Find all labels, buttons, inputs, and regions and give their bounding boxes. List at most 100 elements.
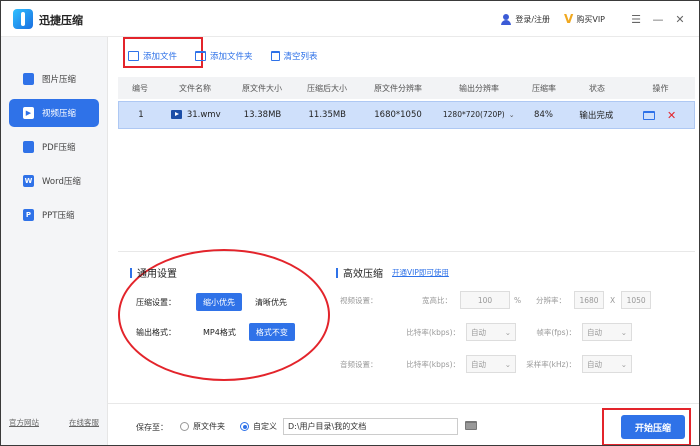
official-site-link[interactable]: 官方网站 [9,417,39,428]
toolbar: 添加文件 添加文件夹 清空列表 [128,43,336,69]
vip-upgrade-link[interactable]: 开通VIP即可使用 [392,267,449,278]
app-logo-icon [13,9,33,29]
add-folder-button[interactable]: 添加文件夹 [195,50,253,62]
sidebar: 图片压缩 ▶ 视频压缩 PDF压缩 W Word压缩 P PPT压缩 官方网站 … [1,37,108,445]
sidebar-item-image[interactable]: 图片压缩 [9,65,99,93]
sidebar-item-ppt[interactable]: P PPT压缩 [9,201,99,229]
trash-icon [270,51,280,61]
clarity-priority-option[interactable]: 清晰优先 [248,293,294,311]
bitrate-label: 比特率(kbps)： [406,327,460,337]
output-resolution-select[interactable]: 1280*720(720P) ⌄ [438,110,520,120]
user-icon [501,13,512,25]
start-compress-button[interactable]: 开始压缩 [621,415,685,439]
aspect-label: 宽高比： [422,295,452,305]
cell-name: 31.wmv [163,110,229,120]
col-comp-size: 压缩后大小 [307,83,347,93]
ppt-icon: P [23,209,34,221]
minimize-icon[interactable]: — [649,11,667,27]
sample-rate-value: 自动 [587,359,602,369]
open-folder-icon[interactable] [642,110,655,120]
resolution-height-input[interactable]: 1050 [621,291,652,309]
bottom-bar: 保存至： 原文件夹 自定义 D:\用户目录\我的文档 开始压缩 [108,403,699,445]
menu-icon[interactable]: ☰ [627,11,645,27]
audio-bitrate-value: 自动 [471,359,486,369]
col-out-res: 输出分辨率 [459,83,499,93]
chevron-down-icon: ⌄ [508,110,515,119]
online-service-link[interactable]: 在线客服 [69,417,99,428]
col-orig-res: 原文件分辨率 [374,83,422,93]
close-icon[interactable]: ✕ [671,11,689,27]
video-setting-label: 视频设置： [340,295,378,305]
clear-list-button[interactable]: 清空列表 [270,50,318,62]
main-panel: 添加文件 添加文件夹 清空列表 编号 文件名称 原文件大小 压缩后大小 原文件分… [108,37,699,445]
radio-custom-label: 自定义 [253,422,277,431]
save-path-input[interactable]: D:\用户目录\我的文档 [283,418,458,435]
radio-dot-selected [240,422,249,431]
audio-bitrate-select[interactable]: 自动 ⌄ [466,355,516,373]
resolution-width-input[interactable]: 1680 [574,291,604,309]
vip-icon: V [564,12,574,26]
cell-status: 输出完成 [579,111,614,121]
vip-label: 购买VIP [576,14,605,24]
bitrate-value: 自动 [471,327,486,337]
browse-folder-icon[interactable] [465,421,477,430]
radio-original-folder[interactable]: 原文件夹 [180,421,225,432]
cell-orig-size: 13.38MB [243,110,282,120]
framerate-value: 自动 [587,327,602,337]
table-header: 编号 文件名称 原文件大小 压缩后大小 原文件分辨率 输出分辨率 压缩率 状态 … [118,77,695,99]
percent-label: % [514,295,522,305]
login-button[interactable]: 登录/注册 [501,13,551,25]
radio-custom-folder[interactable]: 自定义 [240,421,277,432]
col-rate: 压缩率 [532,83,556,93]
buy-vip-button[interactable]: V 购买VIP [564,12,605,26]
sidebar-item-label: 视频压缩 [42,109,77,119]
col-num: 编号 [132,83,148,93]
sidebar-item-word[interactable]: W Word压缩 [9,167,99,195]
output-resolution-value: 1280*720(720P) [442,110,505,119]
framerate-select[interactable]: 自动 ⌄ [582,323,632,341]
output-format-row: 输出格式： MP4格式 格式不变 [136,323,301,341]
sidebar-item-label: PPT压缩 [42,211,75,221]
bitrate-select[interactable]: 自动 ⌄ [466,323,516,341]
sidebar-item-label: PDF压缩 [42,143,76,153]
title-bar: 迅捷压缩 登录/注册 V 购买VIP ☰ — ✕ [1,1,699,37]
compress-setting-label: 压缩设置： [136,297,176,307]
mp4-format-option[interactable]: MP4格式 [196,323,243,341]
add-file-button[interactable]: 添加文件 [128,50,177,62]
chevron-down-icon: ⌄ [620,327,627,337]
general-settings-title: 通用设置 [130,265,177,280]
audio-setting-row: 音频设置： 比特率(kbps)： 自动 ⌄ [340,355,516,373]
sidebar-item-video[interactable]: ▶ 视频压缩 [9,99,99,127]
aspect-input[interactable]: 100 [460,291,510,309]
audio-bitrate-label: 比特率(kbps)： [406,359,460,369]
save-to-label: 保存至： [136,423,168,432]
resolution-label: 分辨率： [536,295,566,305]
video-setting-row: 视频设置： 宽高比： 100 % [340,291,521,309]
video-file-icon [170,110,182,119]
chevron-down-icon: ⌄ [504,359,511,369]
radio-dot [180,422,189,431]
col-orig-size: 原文件大小 [242,83,282,93]
sample-rate-label: 采样率(kHz)： [526,359,576,369]
chevron-down-icon: ⌄ [504,327,511,337]
col-status: 状态 [589,83,605,93]
cell-ops: ✕ [625,109,694,122]
size-priority-option[interactable]: 缩小优先 [196,293,242,311]
framerate-label: 帧率(fps)： [536,327,576,337]
app-title: 迅捷压缩 [39,14,83,27]
cell-rate: 84% [534,110,553,120]
login-label: 登录/注册 [515,14,551,24]
advanced-settings-title: 高效压缩 [336,265,383,280]
sidebar-item-pdf[interactable]: PDF压缩 [9,133,99,161]
delete-icon[interactable]: ✕ [667,109,676,122]
sample-rate-select[interactable]: 自动 ⌄ [582,355,632,373]
add-folder-label: 添加文件夹 [210,52,253,62]
radio-original-label: 原文件夹 [193,422,225,431]
add-folder-icon [195,51,207,61]
resolution-x-label: X [610,295,616,305]
sidebar-item-label: 图片压缩 [42,75,77,85]
app-window: 迅捷压缩 登录/注册 V 购买VIP ☰ — ✕ 图片压缩 ▶ 视频压缩 PDF… [0,0,700,446]
file-table: 编号 文件名称 原文件大小 压缩后大小 原文件分辨率 输出分辨率 压缩率 状态 … [118,77,695,129]
table-row[interactable]: 1 31.wmv 13.38MB 11.35MB 1680*1050 1280*… [118,101,695,129]
keep-format-option[interactable]: 格式不变 [248,323,295,341]
